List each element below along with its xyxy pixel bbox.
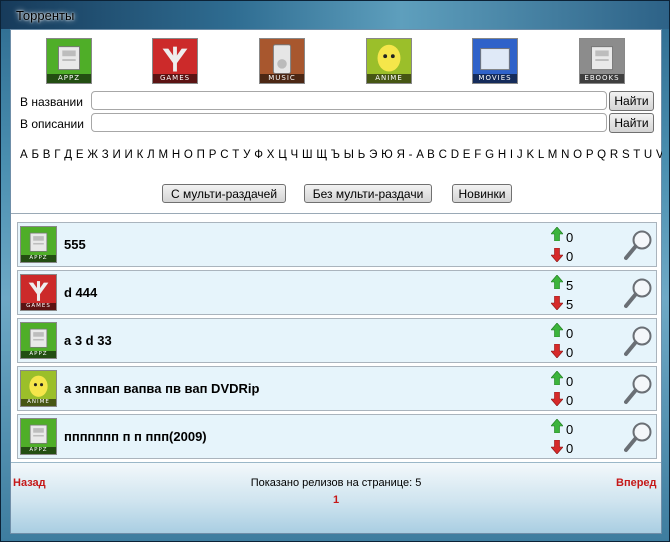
movies-icon[interactable]: MOVIES [472,38,518,84]
music-icon[interactable]: MUSIC [259,38,305,84]
no-multi-seed-button[interactable]: Без мульти-раздачи [304,184,432,203]
desc-find-button[interactable]: Найти [609,113,654,133]
leechers-count: 0 [566,393,574,408]
release-title[interactable]: ппппппп п п ппп(2009) [64,429,207,444]
new-releases-button[interactable]: Новинки [452,184,512,203]
release-title[interactable]: 555 [64,237,86,252]
category-label: APPZ [47,74,91,83]
leechers-down-arrow-icon [551,248,563,262]
category-label: APPZ [21,351,56,358]
current-page[interactable]: 1 [11,494,661,506]
forward-link[interactable]: Вперед [616,477,657,489]
leechers-count: 0 [566,345,574,360]
category-label: MUSIC [260,74,304,83]
magnifier-icon[interactable] [624,229,654,261]
appz-icon[interactable]: APPZ [46,38,92,84]
magnifier-icon[interactable] [624,277,654,309]
games-icon[interactable]: GAMES [152,38,198,84]
release-row: ANIME a зппвап вапва пв вап DVDRip 0 0 [17,366,657,411]
release-row: APPZ a 3 d 33 0 0 [17,318,657,363]
magnifier-icon[interactable] [624,421,654,453]
appz-icon[interactable]: APPZ [20,322,57,359]
alphabet-filter[interactable]: А Б В Г Д Е Ж З И Й К Л М Н О П Р С Т У … [20,149,662,165]
content-area: APPZ GAMES MUSIC ANIME MOVIES EBOOKS В н… [10,29,662,534]
window: Торренты APPZ GAMES MUSIC ANIME MOVIES E… [0,0,670,542]
leechers-count: 5 [566,297,574,312]
category-label: GAMES [21,303,56,310]
title-find-button[interactable]: Найти [609,91,654,111]
ebooks-icon[interactable]: EBOOKS [579,38,625,84]
category-label: ANIME [21,399,56,406]
category-label: APPZ [21,447,56,454]
release-row: APPZ 555 0 0 [17,222,657,267]
seeders-up-arrow-icon [551,323,563,337]
desc-search-input[interactable] [91,113,607,132]
category-label: GAMES [153,74,197,83]
multi-seed-button[interactable]: С мульти-раздачей [162,184,286,203]
release-row: GAMES d 444 5 5 [17,270,657,315]
anime-icon[interactable]: ANIME [366,38,412,84]
category-label: EBOOKS [580,74,624,83]
titlebar[interactable]: Торренты [1,1,669,29]
appz-icon[interactable]: APPZ [20,418,57,455]
title-search-input[interactable] [91,91,607,110]
leechers-down-arrow-icon [551,296,563,310]
release-row: APPZ ппппппп п п ппп(2009) 0 0 [17,414,657,459]
anime-icon[interactable]: ANIME [20,370,57,407]
seeders-count: 0 [566,326,574,341]
seeders-count: 5 [566,278,574,293]
desc-search-label: В описании [20,117,84,131]
release-list: APPZ 555 0 0 GAMES d 444 5 5 APPZ a 3 d … [17,222,657,462]
leechers-count: 0 [566,249,574,264]
leechers-down-arrow-icon [551,392,563,406]
leechers-down-arrow-icon [551,344,563,358]
title-search-label: В названии [20,95,83,109]
shown-count: Показано релизов на странице: 5 [250,477,422,489]
seeders-up-arrow-icon [551,227,563,241]
seeders-count: 0 [566,230,574,245]
seeders-up-arrow-icon [551,275,563,289]
category-label: MOVIES [473,74,517,83]
category-bar: APPZ GAMES MUSIC ANIME MOVIES EBOOKS [11,38,661,86]
pagination-footer: Назад Показано релизов на странице: 5 1 … [11,462,661,533]
leechers-down-arrow-icon [551,440,563,454]
category-label: APPZ [21,255,56,262]
seeders-up-arrow-icon [551,419,563,433]
games-icon[interactable]: GAMES [20,274,57,311]
divider [11,213,661,214]
release-title[interactable]: a 3 d 33 [64,333,112,348]
seeders-count: 0 [566,374,574,389]
magnifier-icon[interactable] [624,373,654,405]
category-label: ANIME [367,74,411,83]
seeders-count: 0 [566,422,574,437]
magnifier-icon[interactable] [624,325,654,357]
release-title[interactable]: a зппвап вапва пв вап DVDRip [64,381,259,396]
seeders-up-arrow-icon [551,371,563,385]
window-title: Торренты [16,8,75,23]
release-title[interactable]: d 444 [64,285,97,300]
appz-icon[interactable]: APPZ [20,226,57,263]
leechers-count: 0 [566,441,574,456]
